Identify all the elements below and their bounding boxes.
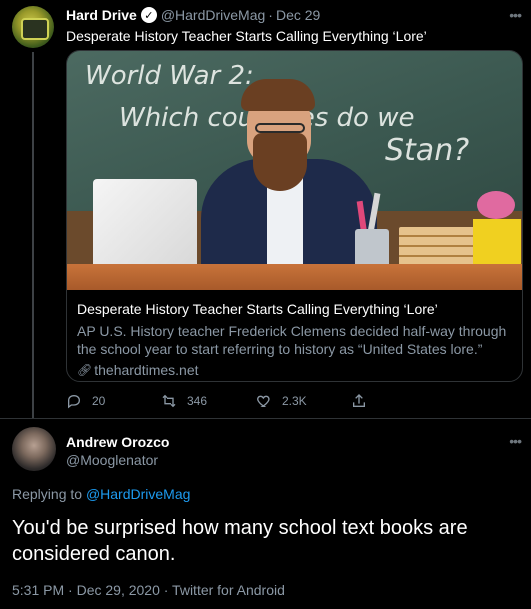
teacher-beard bbox=[253, 133, 307, 191]
replying-to-link[interactable]: @HardDriveMag bbox=[86, 486, 190, 502]
tweet-date[interactable]: Dec 29 bbox=[276, 7, 320, 23]
parent-tweet[interactable]: Hard Drive ✓ @HardDriveMag · Dec 29 ••• … bbox=[0, 0, 531, 418]
separator-dot: · bbox=[268, 7, 273, 23]
replying-to-line: Replying to @HardDriveMag bbox=[12, 486, 190, 502]
card-title: Desperate History Teacher Starts Calling… bbox=[77, 301, 438, 317]
tweet-timestamp-meta[interactable]: 5:31 PM · Dec 29, 2020 · Twitter for And… bbox=[12, 582, 285, 598]
card-description: AP U.S. History teacher Frederick Clemen… bbox=[77, 323, 507, 357]
author-handle[interactable]: @Mooglenator bbox=[66, 452, 158, 468]
tweet-text: Desperate History Teacher Starts Calling… bbox=[66, 28, 427, 44]
link-icon: 🔗︎ bbox=[77, 363, 93, 377]
retweet-icon bbox=[162, 394, 176, 408]
tweet-author-row: Hard Drive ✓ @HardDriveMag · Dec 29 bbox=[66, 7, 320, 23]
verified-badge-icon: ✓ bbox=[140, 7, 157, 23]
teacher-hair bbox=[241, 79, 315, 111]
flower-pot bbox=[473, 219, 521, 269]
chalk-text-line3: Stan? bbox=[385, 133, 470, 168]
reply-icon bbox=[68, 394, 81, 409]
laptop-illustration bbox=[93, 179, 197, 269]
avatar[interactable] bbox=[12, 427, 56, 471]
author-handle[interactable]: @HardDriveMag bbox=[161, 7, 265, 23]
heart-icon bbox=[257, 395, 270, 407]
tweet-actions: 20 346 2.3K bbox=[66, 393, 446, 409]
reply-button[interactable]: 20 bbox=[66, 393, 161, 409]
author-name[interactable]: Hard Drive bbox=[66, 7, 137, 23]
more-options-icon[interactable]: ••• bbox=[509, 433, 522, 449]
card-body[interactable]: Desperate History Teacher Starts Calling… bbox=[67, 290, 522, 378]
avatar[interactable] bbox=[12, 6, 54, 48]
teacher-glasses bbox=[255, 123, 305, 133]
retweet-count: 346 bbox=[187, 394, 208, 408]
link-preview-card[interactable]: World War 2: Which countries do we Stan?… bbox=[66, 50, 523, 382]
reply-tweet[interactable]: Andrew Orozco @Mooglenator ••• Replying … bbox=[0, 419, 531, 609]
chalk-text-line1: World War 2: bbox=[85, 61, 254, 91]
more-options-icon[interactable]: ••• bbox=[509, 7, 522, 23]
retweet-button[interactable]: 346 bbox=[161, 393, 256, 409]
share-icon bbox=[353, 394, 365, 407]
reply-count: 20 bbox=[92, 394, 106, 408]
share-button[interactable] bbox=[351, 393, 446, 409]
like-button[interactable]: 2.3K bbox=[256, 393, 351, 409]
thread-connector-line bbox=[32, 52, 34, 418]
pencil-cup bbox=[355, 229, 389, 269]
desk bbox=[67, 264, 522, 290]
replying-to-prefix: Replying to bbox=[12, 486, 86, 502]
tweet-text: You'd be surprised how many school text … bbox=[12, 517, 468, 565]
book-stack bbox=[399, 227, 475, 269]
card-link-domain[interactable]: thehardtimes.net bbox=[94, 362, 198, 378]
card-image[interactable]: World War 2: Which countries do we Stan? bbox=[67, 51, 522, 290]
like-count: 2.3K bbox=[282, 394, 307, 408]
author-name[interactable]: Andrew Orozco bbox=[66, 434, 169, 450]
card-link-row[interactable]: 🔗︎ thehardtimes.net bbox=[77, 362, 512, 378]
flowers bbox=[477, 191, 515, 219]
